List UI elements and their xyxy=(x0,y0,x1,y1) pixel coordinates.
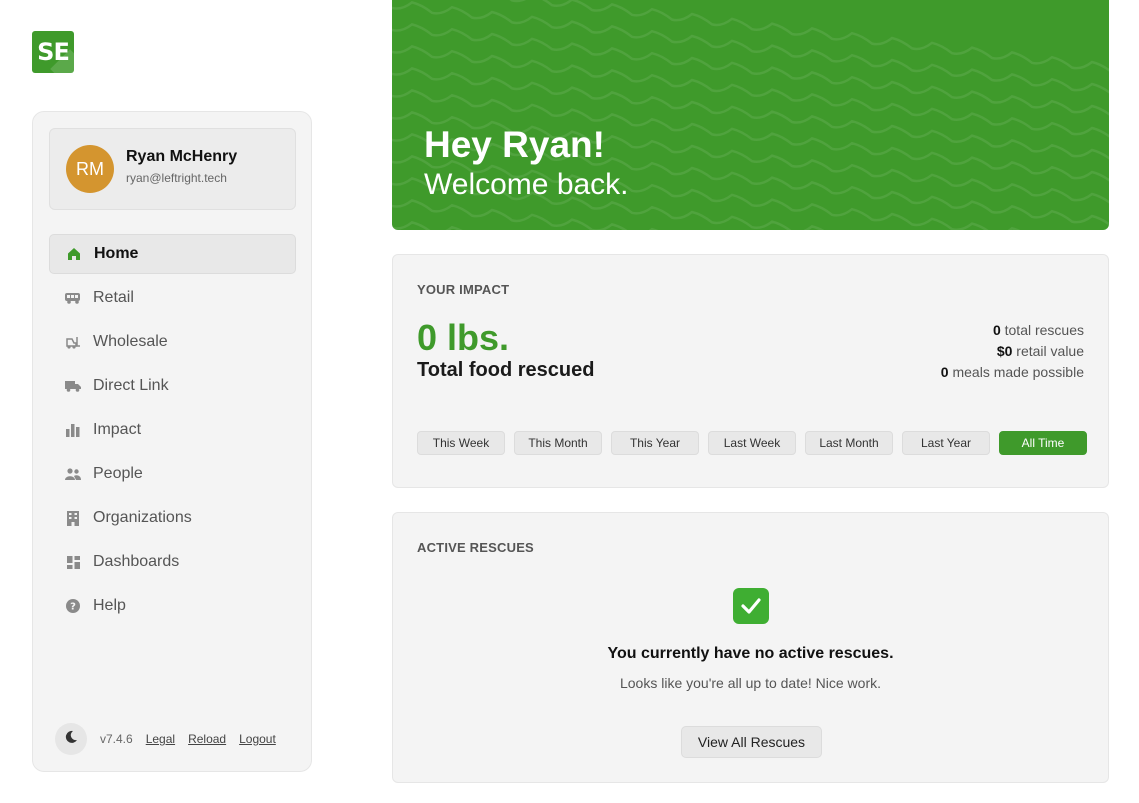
forklift-icon xyxy=(65,334,81,350)
stat-total-rescues: 0 total rescues xyxy=(992,322,1084,338)
impact-title: YOUR IMPACT xyxy=(417,282,510,297)
user-email: ryan@leftright.tech xyxy=(126,171,227,185)
filter-all-time[interactable]: All Time xyxy=(999,431,1087,455)
sidebar-item-impact[interactable]: Impact xyxy=(49,410,296,450)
van-icon xyxy=(65,290,81,306)
dashboard-icon xyxy=(65,554,81,570)
sidebar-item-label: Retail xyxy=(93,289,134,306)
impact-card: YOUR IMPACT 0 lbs. Total food rescued 0 … xyxy=(392,254,1109,488)
impact-stats: 0 total rescues $0 retail value 0 meals … xyxy=(941,320,1084,383)
user-card[interactable]: RM Ryan McHenry ryan@leftright.tech xyxy=(49,128,296,210)
stat-retail-value: $0 retail value xyxy=(996,343,1084,359)
filter-this-year[interactable]: This Year xyxy=(611,431,699,455)
reload-link[interactable]: Reload xyxy=(188,732,226,746)
wave-line xyxy=(392,23,1109,116)
moon-icon xyxy=(64,730,78,749)
sidebar-item-label: Wholesale xyxy=(93,333,168,350)
greeting: Hey Ryan! xyxy=(424,124,605,165)
sidebar-item-label: Organizations xyxy=(93,509,192,526)
filter-last-year[interactable]: Last Year xyxy=(902,431,990,455)
active-rescues-title: ACTIVE RESCUES xyxy=(417,540,534,555)
truck-icon xyxy=(65,378,81,394)
total-pounds-label: Total food rescued xyxy=(417,359,595,381)
sidebar: RM Ryan McHenry ryan@leftright.tech Home… xyxy=(32,111,312,772)
user-name: Ryan McHenry xyxy=(126,148,238,165)
empty-state-title: You currently have no active rescues. xyxy=(607,645,894,662)
sidebar-item-label: Help xyxy=(93,597,126,614)
sidebar-item-people[interactable]: People xyxy=(49,454,296,494)
filter-this-week[interactable]: This Week xyxy=(417,431,505,455)
checkmark-icon xyxy=(733,588,769,624)
view-all-rescues-button[interactable]: View All Rescues xyxy=(681,726,822,758)
welcome-subtitle: Welcome back. xyxy=(424,168,629,201)
bar-chart-icon xyxy=(65,422,81,438)
wave-line xyxy=(509,0,1109,72)
stat-meals: 0 meals made possible xyxy=(940,364,1084,380)
legal-link[interactable]: Legal xyxy=(146,732,175,746)
sidebar-footer: v7.4.6 Legal Reload Logout xyxy=(55,722,295,756)
sidebar-item-organizations[interactable]: Organizations xyxy=(49,498,296,538)
svg-text:?: ? xyxy=(70,602,76,613)
filter-last-week[interactable]: Last Week xyxy=(708,431,796,455)
home-icon xyxy=(66,246,82,262)
sidebar-item-label: Impact xyxy=(93,421,142,438)
wave-line xyxy=(392,1,1109,94)
wave-line xyxy=(392,221,463,230)
building-icon xyxy=(65,510,81,526)
active-rescues-card: ACTIVE RESCUES You currently have no act… xyxy=(392,512,1109,783)
sidebar-item-home[interactable]: Home xyxy=(49,234,296,274)
dark-mode-toggle[interactable] xyxy=(55,723,87,755)
sidebar-item-help[interactable]: ? Help xyxy=(49,586,296,626)
help-icon: ? xyxy=(65,598,81,614)
sidebar-item-dashboards[interactable]: Dashboards xyxy=(49,542,296,582)
sidebar-item-label: Dashboards xyxy=(93,553,180,570)
logout-link[interactable]: Logout xyxy=(239,732,276,746)
welcome-banner: Hey Ryan! Welcome back. xyxy=(392,0,1109,230)
filter-this-month[interactable]: This Month xyxy=(514,431,602,455)
sidebar-item-direct-link[interactable]: Direct Link xyxy=(49,366,296,406)
app-logo[interactable]: SE xyxy=(32,31,74,73)
time-filters: This Week This Month This Year Last Week… xyxy=(417,431,1087,455)
sidebar-item-label: Home xyxy=(94,245,139,262)
avatar: RM xyxy=(66,145,114,193)
sidebar-item-wholesale[interactable]: Wholesale xyxy=(49,322,296,362)
filter-last-month[interactable]: Last Month xyxy=(805,431,893,455)
sidebar-item-label: Direct Link xyxy=(93,377,169,394)
total-pounds: 0 lbs. xyxy=(417,317,510,358)
people-icon xyxy=(65,466,81,482)
sidebar-item-label: People xyxy=(93,465,143,482)
app-version: v7.4.6 xyxy=(100,732,133,746)
logo-text: SE xyxy=(37,38,70,66)
empty-state-subtitle: Looks like you're all up to date! Nice w… xyxy=(619,675,882,691)
sidebar-nav: Home Retail Wholesale Direct Link Impact xyxy=(49,234,296,630)
sidebar-item-retail[interactable]: Retail xyxy=(49,278,296,318)
